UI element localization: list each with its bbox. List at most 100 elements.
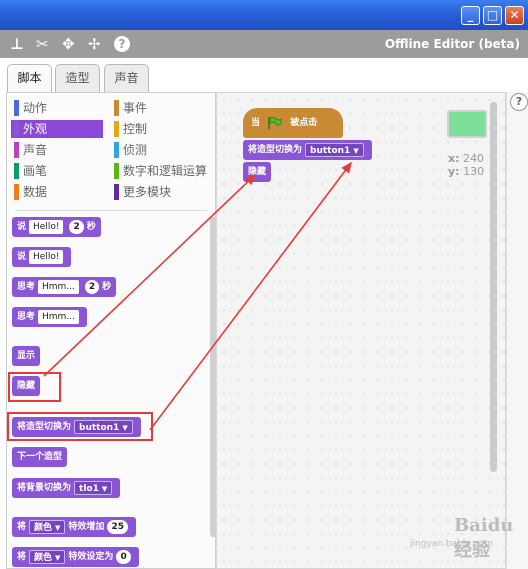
costume-value: button1 (310, 145, 351, 156)
category-color-bar (14, 184, 19, 200)
secs-input[interactable]: 2 (69, 219, 84, 234)
category-looks[interactable]: 外观 (11, 120, 103, 138)
help-tab-icon[interactable]: ? (510, 93, 528, 111)
help-icon[interactable]: ? (114, 36, 130, 52)
think-for-secs-block[interactable]: 思考 Hmm... 2 秒 (12, 277, 117, 297)
category-color-bar (14, 100, 19, 116)
grow-icon[interactable]: ✥ (62, 33, 75, 55)
think-text-input[interactable]: Hmm... (38, 309, 79, 324)
category-color-bar (14, 163, 19, 179)
dropdown-arrow-icon: ▼ (353, 146, 359, 155)
block-label: 秒 (102, 282, 112, 292)
category-label: 声音 (23, 143, 48, 157)
block-label: 秒 (86, 222, 96, 232)
tab-sounds[interactable]: 声音 (104, 64, 149, 92)
hide-block-highlight (8, 372, 61, 402)
category-color-bar (114, 163, 119, 179)
effect-value: 颜色 (34, 522, 53, 533)
script-hide-block[interactable]: 隐藏 (243, 162, 272, 182)
block-label: 说 (17, 252, 27, 262)
secs-input[interactable]: 2 (84, 279, 100, 294)
think-text-input[interactable]: Hmm... (38, 279, 79, 294)
switch-costume-highlight (7, 412, 153, 441)
set-effect-block[interactable]: 将颜色 ▼ 特效设定为 0 (12, 547, 139, 567)
block-label: 被点击 (290, 118, 318, 128)
category-more-blocks[interactable]: 更多模块 (111, 183, 203, 201)
category-label: 控制 (123, 122, 148, 136)
category-color-bar (14, 121, 19, 137)
effect-value: 颜色 (34, 552, 53, 563)
category-sound[interactable]: 声音 (11, 141, 103, 159)
category-color-bar (114, 184, 119, 200)
palette-divider (15, 210, 207, 211)
dropdown-arrow-icon: ▼ (55, 523, 61, 532)
cut-icon[interactable]: ✂ (36, 33, 49, 55)
when-flag-clicked-block[interactable]: 当 被点击 (243, 108, 343, 138)
backdrop-dropdown[interactable]: tlo1 ▼ (74, 480, 113, 495)
category-color-bar (114, 142, 119, 158)
dropdown-arrow-icon: ▼ (101, 484, 108, 493)
watermark-url: jingyan.baidu.com (410, 539, 494, 549)
say-for-secs-block[interactable]: 说 Hello! 2 秒 (12, 217, 101, 237)
effect-amount-input[interactable]: 0 (116, 549, 131, 564)
category-sensing[interactable]: 侦测 (111, 141, 203, 159)
category-label: 动作 (23, 101, 48, 115)
category-label: 更多模块 (123, 185, 172, 199)
block-label: 思考 (17, 282, 36, 292)
category-label: 数据 (23, 185, 48, 199)
say-text-input[interactable]: Hello! (29, 219, 64, 234)
say-text-input[interactable]: Hello! (29, 249, 64, 264)
effect-dropdown[interactable]: 颜色 ▼ (29, 549, 66, 564)
app-title: Offline Editor (beta) (384, 37, 520, 51)
sprite-thumbnail (447, 110, 487, 138)
category-motion[interactable]: 动作 (11, 99, 103, 117)
block-label: 将 (17, 552, 27, 562)
effect-dropdown[interactable]: 颜色 ▼ (29, 519, 66, 534)
minimize-button[interactable]: _ (461, 6, 480, 25)
window-title-bar: _ □ ✕ (0, 0, 528, 30)
block-label: 将 (17, 522, 27, 532)
category-label: 数字和逻辑运算 (123, 164, 208, 178)
show-block[interactable]: 显示 (12, 346, 41, 366)
block-label: 当 (251, 118, 261, 128)
sprite-y-coordinate: y: 130 (448, 165, 484, 178)
sprite-x-coordinate: x: 240 (448, 152, 484, 165)
costume-dropdown[interactable]: button1 ▼ (305, 142, 364, 157)
category-color-bar (114, 121, 119, 137)
category-pen[interactable]: 画笔 (11, 162, 103, 180)
say-block[interactable]: 说 Hello! (12, 247, 72, 267)
script-switch-costume-block[interactable]: 将造型切换为 button1 ▼ (243, 140, 372, 160)
green-flag-icon (268, 116, 282, 129)
editor-tabs: 脚本 造型 声音 (0, 58, 528, 92)
x-label: x: (448, 152, 460, 165)
x-value: 240 (463, 152, 484, 165)
shrink-icon[interactable]: ✢ (88, 33, 101, 55)
category-data[interactable]: 数据 (11, 183, 103, 201)
y-label: y: (448, 165, 460, 178)
category-label: 侦测 (123, 143, 148, 157)
block-label: 说 (17, 222, 27, 232)
tab-scripts[interactable]: 脚本 (7, 64, 52, 92)
script-scrollbar[interactable] (490, 102, 497, 472)
change-effect-block[interactable]: 将颜色 ▼ 特效增加 25 (12, 517, 136, 537)
baidu-watermark: Baidu经验 jingyan.baidu.com (410, 513, 526, 561)
menu-bar: ⊥ ✂ ✥ ✢ ? Offline Editor (beta) (0, 30, 528, 58)
category-control[interactable]: 控制 (111, 120, 203, 138)
think-block[interactable]: 思考 Hmm... (12, 307, 87, 327)
category-label: 画笔 (23, 164, 48, 178)
dropdown-arrow-icon: ▼ (55, 553, 61, 562)
category-label: 事件 (123, 101, 148, 115)
category-events[interactable]: 事件 (111, 99, 203, 117)
switch-backdrop-block[interactable]: 将背景切换为 tlo1 ▼ (12, 478, 121, 498)
category-operators[interactable]: 数字和逻辑运算 (111, 162, 215, 180)
category-color-bar (14, 142, 19, 158)
close-button[interactable]: ✕ (505, 6, 524, 25)
effect-amount-input[interactable]: 25 (107, 519, 128, 534)
tab-costumes[interactable]: 造型 (55, 64, 100, 92)
maximize-button[interactable]: □ (483, 6, 502, 25)
y-value: 130 (463, 165, 485, 178)
next-costume-block[interactable]: 下一个造型 (12, 447, 68, 467)
block-label: 将造型切换为 (248, 145, 303, 155)
category-label: 外观 (23, 122, 48, 136)
duplicate-icon[interactable]: ⊥ (10, 33, 24, 55)
